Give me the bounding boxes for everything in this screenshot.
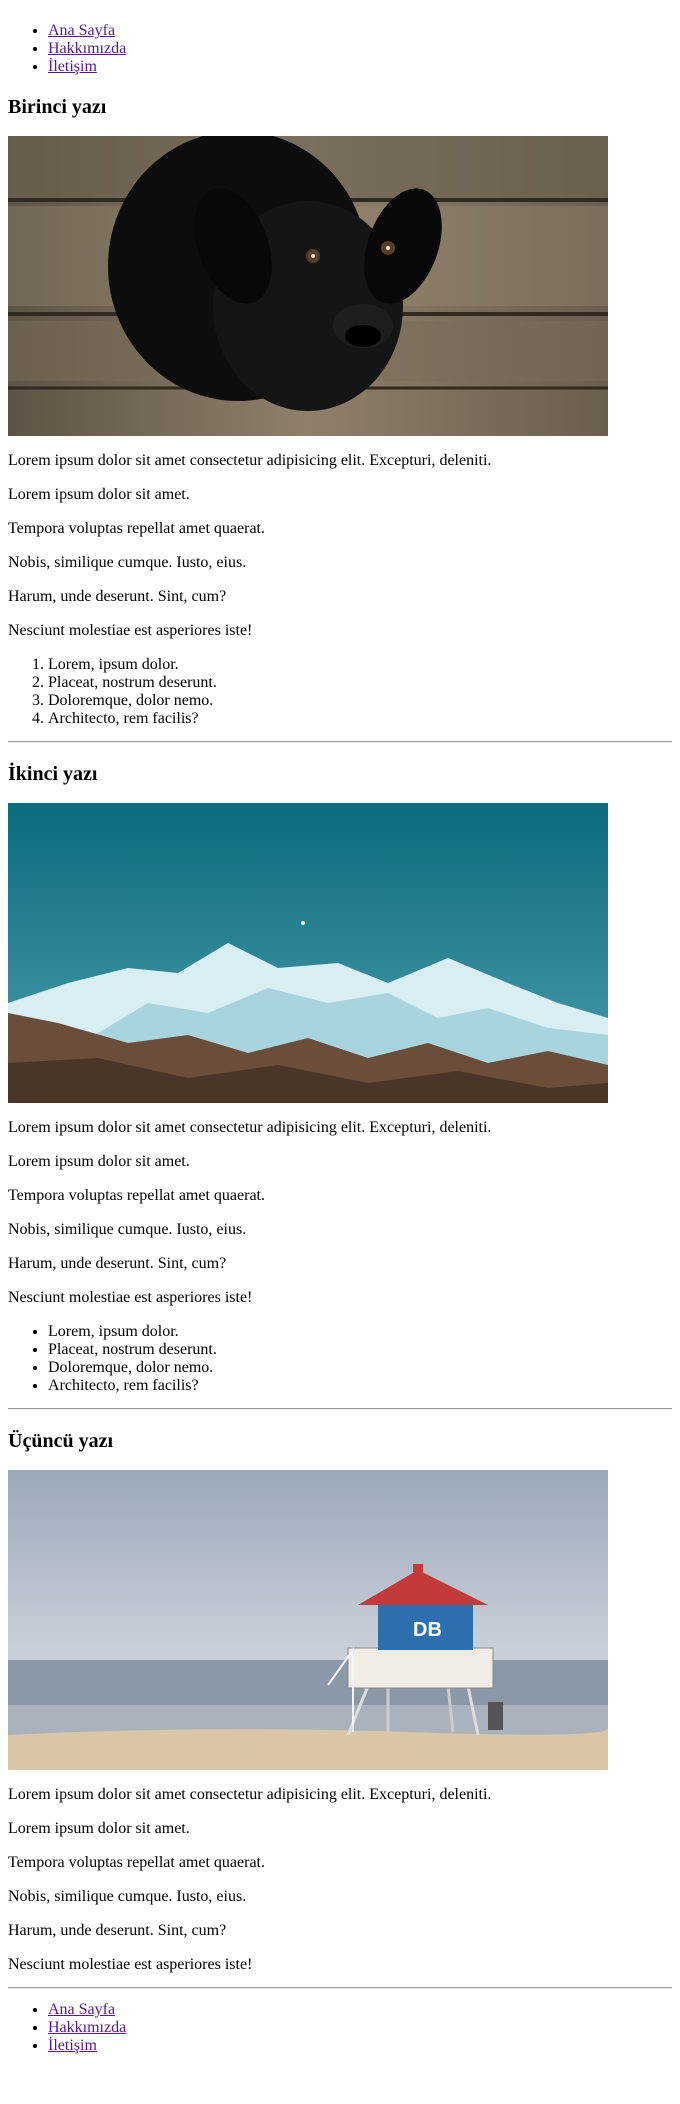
page: Ana Sayfa Hakkımızda İletişim Birinci ya… — [0, 0, 680, 2055]
top-nav: Ana Sayfa Hakkımızda İletişim — [8, 22, 672, 76]
svg-text:DB: DB — [413, 1619, 442, 1641]
post-3: Üçüncü yazı DB Lorem ipsum dolor sit ame… — [8, 1430, 672, 1974]
list-item: Architecto, rem facilis? — [48, 1377, 672, 1395]
divider — [8, 741, 672, 743]
post-paragraph: Nesciunt molestiae est asperiores iste! — [8, 1289, 253, 1306]
list-item: Doloremque, dolor nemo. — [48, 1359, 672, 1377]
list-item: Placeat, nostrum deserunt. — [48, 1341, 672, 1359]
nav-item-home: Ana Sayfa — [48, 22, 672, 40]
post-paragraph: Nobis, similique cumque. Iusto, eius. — [8, 554, 247, 571]
post-paragraph: Lorem ipsum dolor sit amet consectetur a… — [8, 1119, 492, 1136]
post-paragraph: Harum, unde deserunt. Sint, cum? — [8, 588, 227, 605]
post-paragraph: Lorem ipsum dolor sit amet. — [8, 1820, 190, 1837]
post-paragraph: Lorem ipsum dolor sit amet consectetur a… — [8, 452, 492, 469]
post-paragraph: Lorem ipsum dolor sit amet. — [8, 1153, 190, 1170]
post-paragraph: Lorem ipsum dolor sit amet consectetur a… — [8, 1786, 492, 1803]
nav-link-home[interactable]: Ana Sayfa — [48, 22, 115, 39]
post-title: İkinci yazı — [8, 763, 98, 785]
nav-link-contact[interactable]: İletişim — [48, 58, 97, 75]
post-1: Birinci yazı Lorem ipsum dolor sit amet … — [8, 96, 672, 728]
post-paragraph: Nobis, similique cumque. Iusto, eius. — [8, 1221, 247, 1238]
list-item: Lorem, ipsum dolor. — [48, 656, 672, 674]
post-paragraph: Tempora voluptas repellat amet quaerat. — [8, 1187, 265, 1204]
nav-item-home: Ana Sayfa — [48, 2001, 672, 2019]
post-paragraph: Nobis, similique cumque. Iusto, eius. — [8, 1888, 247, 1905]
bottom-nav: Ana Sayfa Hakkımızda İletişim — [8, 2001, 672, 2055]
nav-item-contact: İletişim — [48, 2037, 672, 2055]
lifeguard-tower-image: DB — [8, 1470, 608, 1770]
nav-link-contact[interactable]: İletişim — [48, 2037, 97, 2054]
divider — [8, 1987, 672, 1989]
nav-item-about: Hakkımızda — [48, 2019, 672, 2037]
post-paragraph: Tempora voluptas repellat amet quaerat. — [8, 1854, 265, 1871]
list-item: Architecto, rem facilis? — [48, 710, 672, 728]
nav-link-about[interactable]: Hakkımızda — [48, 40, 126, 57]
divider — [8, 1408, 672, 1410]
post-2: İkinci yazı Lorem ipsum dolor sit amet c… — [8, 763, 672, 1395]
post-paragraph: Lorem ipsum dolor sit amet. — [8, 486, 190, 503]
nav-link-about[interactable]: Hakkımızda — [48, 2019, 126, 2036]
unordered-list: Lorem, ipsum dolor. Placeat, nostrum des… — [8, 1323, 672, 1395]
post-title: Birinci yazı — [8, 96, 107, 118]
post-paragraph: Nesciunt molestiae est asperiores iste! — [8, 622, 253, 639]
nav-item-contact: İletişim — [48, 58, 672, 76]
puppy-image — [8, 136, 608, 436]
ordered-list: Lorem, ipsum dolor. Placeat, nostrum des… — [8, 656, 672, 728]
list-item: Lorem, ipsum dolor. — [48, 1323, 672, 1341]
list-item: Doloremque, dolor nemo. — [48, 692, 672, 710]
nav-link-home[interactable]: Ana Sayfa — [48, 2001, 115, 2018]
post-paragraph: Nesciunt molestiae est asperiores iste! — [8, 1956, 253, 1973]
post-paragraph: Harum, unde deserunt. Sint, cum? — [8, 1255, 227, 1272]
post-title: Üçüncü yazı — [8, 1430, 113, 1452]
mountain-image — [8, 803, 608, 1103]
list-item: Placeat, nostrum deserunt. — [48, 674, 672, 692]
post-paragraph: Tempora voluptas repellat amet quaerat. — [8, 520, 265, 537]
nav-item-about: Hakkımızda — [48, 40, 672, 58]
post-paragraph: Harum, unde deserunt. Sint, cum? — [8, 1922, 227, 1939]
